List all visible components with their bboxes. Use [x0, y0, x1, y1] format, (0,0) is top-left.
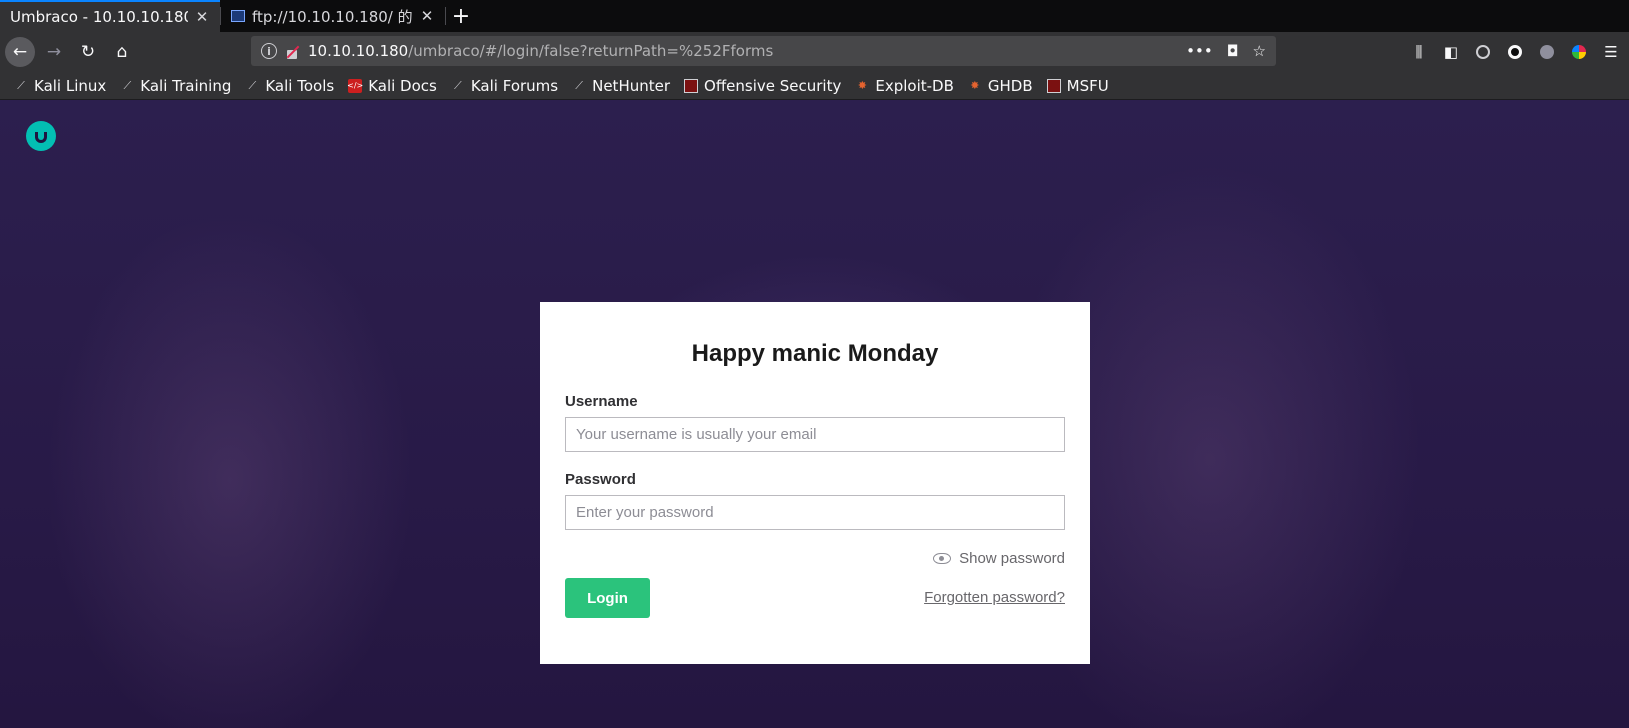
exploitdb-icon: ✸ — [970, 79, 980, 92]
info-icon[interactable]: i — [261, 43, 277, 59]
url-bar[interactable]: i 10.10.10.180 /umbraco/#/login/false?re… — [251, 36, 1276, 66]
bookmark-ghdb[interactable]: ✸ GHDB — [968, 76, 1033, 95]
nav-bar: ← → ↻ ⌂ i 10.10.10.180 /umbraco/#/login/… — [0, 32, 1629, 72]
arrow-left-icon: ← — [12, 42, 28, 62]
umbraco-logo-icon[interactable] — [26, 121, 56, 151]
kali-dragon-icon: ⟋ — [123, 78, 132, 92]
url-path: /umbraco/#/login/false?returnPath=%252Ff… — [408, 42, 774, 60]
tab-label: ftp://10.10.10.180/ 的索 — [252, 7, 413, 26]
bookmark-label: GHDB — [987, 76, 1033, 95]
bookmark-kali-forums[interactable]: ⟋ Kali Forums — [451, 77, 558, 95]
toolbar-right: ⫼ ◧ ☰ — [1411, 32, 1619, 72]
extension-icon[interactable] — [1507, 44, 1523, 60]
tab-ftp[interactable]: ftp://10.10.10.180/ 的索 ✕ — [221, 0, 445, 32]
back-button[interactable]: ← — [5, 37, 35, 67]
username-label: Username — [565, 393, 638, 410]
library-icon[interactable]: ⫼ — [1411, 43, 1427, 61]
account-icon[interactable] — [1475, 44, 1491, 60]
bookmark-label: Offensive Security — [704, 76, 842, 95]
kali-dragon-icon: ⟋ — [248, 78, 257, 92]
kali-docs-icon: </> — [347, 78, 363, 93]
arrow-right-icon: → — [46, 42, 62, 62]
page-content: Happy manic Monday Username Password Sho… — [0, 100, 1629, 728]
forward-button[interactable]: → — [39, 37, 69, 67]
bookmark-nethunter[interactable]: ⟋ NetHunter — [572, 77, 670, 95]
forgotten-password-link[interactable]: Forgotten password? — [924, 589, 1065, 606]
bookmark-label: MSFU — [1066, 76, 1109, 95]
bookmark-label: Kali Tools — [265, 76, 335, 95]
bookmark-exploit-db[interactable]: ✸ Exploit-DB — [855, 77, 954, 95]
kali-dragon-icon: ⟋ — [17, 78, 25, 92]
bookmark-label: Exploit-DB — [875, 76, 954, 95]
nethunter-icon: ⟋ — [575, 78, 583, 92]
bookmark-offensive-security[interactable]: Offensive Security — [684, 77, 841, 95]
extension-icon[interactable] — [1571, 44, 1587, 60]
bookmark-kali-training[interactable]: ⟋ Kali Training — [120, 77, 231, 95]
eye-icon — [933, 553, 952, 564]
close-icon[interactable]: ✕ — [419, 7, 435, 25]
home-icon: ⌂ — [116, 42, 128, 62]
password-input[interactable] — [565, 495, 1065, 530]
bookmark-label: Kali Training — [140, 76, 232, 95]
url-actions: ••• ◘ ☆ — [1186, 36, 1266, 66]
bookmark-label: NetHunter — [592, 76, 671, 95]
bookmark-label: Kali Docs — [368, 76, 437, 95]
login-card: Happy manic Monday Username Password Sho… — [540, 302, 1090, 664]
login-button[interactable]: Login — [565, 578, 650, 618]
reload-button[interactable]: ↻ — [73, 37, 103, 67]
login-title: Happy manic Monday — [691, 340, 939, 367]
more-icon[interactable]: ••• — [1186, 42, 1213, 60]
reload-icon: ↻ — [80, 42, 96, 62]
bookmark-msfu[interactable]: MSFU — [1046, 76, 1109, 95]
menu-icon[interactable]: ☰ — [1603, 43, 1619, 61]
offsec-icon — [1046, 78, 1061, 93]
bookmark-kali-docs[interactable]: </> Kali Docs — [347, 76, 437, 95]
extension-icon[interactable] — [1539, 44, 1555, 60]
username-input[interactable] — [565, 417, 1065, 452]
home-button[interactable]: ⌂ — [107, 37, 137, 67]
bookmark-label: Kali Forums — [470, 76, 559, 95]
bookmark-kali-linux[interactable]: ⟋ Kali Linux — [14, 77, 106, 95]
monitor-icon — [231, 10, 245, 22]
plus-icon: + — [451, 3, 471, 29]
bookmark-kali-tools[interactable]: ⟋ Kali Tools — [245, 76, 335, 95]
url-host: 10.10.10.180 — [308, 42, 409, 60]
bookmarks-bar: ⟋ Kali Linux ⟋ Kali Training ⟋ Kali Tools <… — [0, 72, 1629, 100]
show-password-label: Show password — [959, 550, 1065, 567]
new-tab-button[interactable]: + — [446, 0, 476, 32]
tab-label: Umbraco - 10.10.10.180 — [10, 8, 188, 26]
kali-dragon-icon: ⟋ — [454, 78, 462, 92]
offsec-icon — [684, 78, 699, 93]
insecure-lock-icon[interactable] — [285, 43, 299, 59]
sidebar-icon[interactable]: ◧ — [1443, 43, 1459, 61]
tab-umbraco[interactable]: Umbraco - 10.10.10.180 ✕ — [0, 0, 220, 32]
exploitdb-icon: ✸ — [857, 79, 867, 92]
show-password-toggle[interactable]: Show password — [933, 550, 1065, 567]
close-icon[interactable]: ✕ — [194, 8, 210, 26]
tab-bar: Umbraco - 10.10.10.180 ✕ ftp://10.10.10.… — [0, 0, 1629, 32]
pocket-icon[interactable]: ◘ — [1227, 42, 1239, 60]
password-label: Password — [565, 471, 636, 488]
bookmark-label: Kali Linux — [34, 76, 107, 95]
star-icon[interactable]: ☆ — [1253, 42, 1266, 60]
